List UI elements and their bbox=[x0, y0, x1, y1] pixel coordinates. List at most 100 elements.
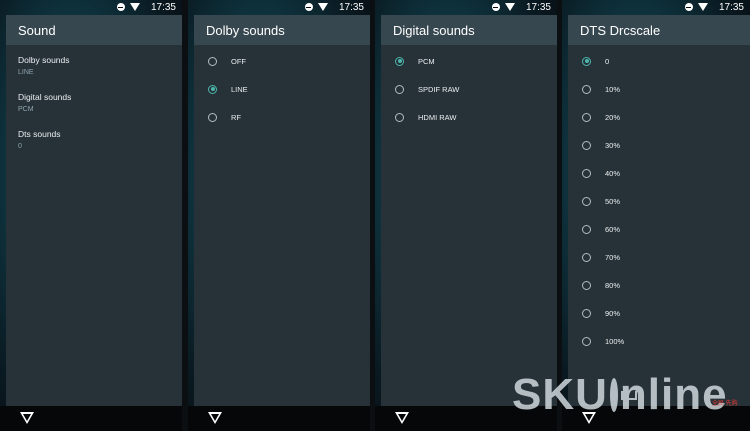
navigation-bar bbox=[0, 406, 182, 431]
radio-button[interactable] bbox=[582, 140, 591, 150]
radio-label: 40% bbox=[605, 168, 621, 178]
radio-option-60[interactable]: 60% bbox=[568, 215, 750, 243]
radio-option-90[interactable]: 90% bbox=[568, 299, 750, 327]
status-bar: 17:35 bbox=[188, 0, 370, 14]
radio-label: 50% bbox=[605, 196, 621, 206]
pref-title: Dts sounds bbox=[18, 129, 61, 139]
radio-option-40[interactable]: 40% bbox=[568, 159, 750, 187]
radio-button[interactable] bbox=[582, 168, 591, 178]
pref-summary: PCM bbox=[18, 106, 34, 113]
radio-option-off[interactable]: OFF bbox=[194, 47, 370, 75]
radio-button[interactable] bbox=[582, 336, 591, 346]
back-triangle-icon[interactable] bbox=[395, 412, 409, 424]
radio-list: PCM SPDIF RAW HDMI RAW bbox=[381, 45, 557, 131]
radio-option-80[interactable]: 80% bbox=[568, 271, 750, 299]
radio-label: 60% bbox=[605, 224, 621, 234]
radio-label: 0 bbox=[605, 56, 610, 66]
radio-option-30[interactable]: 30% bbox=[568, 131, 750, 159]
radio-label: LINE bbox=[231, 84, 248, 94]
back-triangle-icon[interactable] bbox=[20, 412, 34, 424]
radio-label: 90% bbox=[605, 308, 621, 318]
page-title: Sound bbox=[6, 15, 182, 45]
watermark-subtext: 全民 先购 bbox=[712, 401, 738, 407]
pref-summary: 0 bbox=[18, 143, 22, 150]
radio-option-pcm[interactable]: PCM bbox=[381, 47, 557, 75]
radio-option-0[interactable]: 0 bbox=[568, 47, 750, 75]
radio-label: 70% bbox=[605, 252, 621, 262]
radio-option-spdif-raw[interactable]: SPDIF RAW bbox=[381, 75, 557, 103]
status-time: 17:35 bbox=[718, 1, 744, 13]
do-not-disturb-icon bbox=[116, 3, 125, 11]
radio-label: PCM bbox=[418, 56, 435, 66]
radio-label: 100% bbox=[605, 336, 625, 346]
pref-summary: LINE bbox=[18, 69, 34, 76]
radio-button[interactable] bbox=[208, 56, 217, 66]
radio-list: OFF LINE RF bbox=[194, 45, 370, 131]
radio-option-20[interactable]: 20% bbox=[568, 103, 750, 131]
pref-dolby-sounds[interactable]: Dolby sounds LINE bbox=[6, 55, 182, 78]
radio-label: 20% bbox=[605, 112, 621, 122]
radio-button[interactable] bbox=[582, 280, 591, 290]
page-title: DTS Drcscale bbox=[568, 15, 750, 45]
radio-button[interactable] bbox=[208, 112, 217, 122]
radio-button-checked[interactable] bbox=[582, 56, 591, 66]
radio-button[interactable] bbox=[582, 252, 591, 262]
wifi-icon bbox=[504, 3, 515, 11]
back-triangle-icon[interactable] bbox=[208, 412, 222, 424]
radio-label: 80% bbox=[605, 280, 621, 290]
do-not-disturb-icon bbox=[684, 3, 693, 11]
do-not-disturb-icon bbox=[304, 3, 313, 11]
status-bar: 17:35 bbox=[0, 0, 182, 14]
dolby-sounds-screen: 17:35 Dolby sounds OFF LINE RF bbox=[188, 0, 370, 431]
sound-card: Sound Dolby sounds LINE Digital sounds P… bbox=[6, 15, 182, 406]
radio-button[interactable] bbox=[395, 84, 404, 94]
pref-title: Dolby sounds bbox=[18, 55, 70, 65]
pref-title: Digital sounds bbox=[18, 92, 72, 102]
radio-list: 0 10% 20% 30% 40% 50% 60% 70% 80% 90% 10… bbox=[568, 45, 750, 355]
radio-label: RF bbox=[231, 112, 241, 122]
radio-label: SPDIF RAW bbox=[418, 84, 460, 94]
radio-label: 30% bbox=[605, 140, 621, 150]
radio-button[interactable] bbox=[582, 196, 591, 206]
wifi-icon bbox=[697, 3, 708, 11]
status-bar: 17:35 bbox=[375, 0, 557, 14]
do-not-disturb-icon bbox=[491, 3, 500, 11]
dts-drcscale-card: DTS Drcscale 0 10% 20% 30% 40% 50% 60% 7… bbox=[568, 15, 750, 406]
radio-button[interactable] bbox=[395, 112, 404, 122]
radio-button-checked[interactable] bbox=[208, 84, 217, 94]
radio-option-50[interactable]: 50% bbox=[568, 187, 750, 215]
page-title: Dolby sounds bbox=[194, 15, 370, 45]
watermark-text-left: SKU bbox=[512, 370, 608, 419]
skuonline-watermark: SKU nline bbox=[512, 370, 727, 420]
shopping-cart-icon bbox=[609, 378, 637, 412]
status-time: 17:35 bbox=[525, 1, 551, 13]
digital-sounds-card: Digital sounds PCM SPDIF RAW HDMI RAW bbox=[381, 15, 557, 406]
radio-button[interactable] bbox=[582, 112, 591, 122]
dts-drcscale-screen: 17:35 DTS Drcscale 0 10% 20% 30% 40% 50%… bbox=[562, 0, 750, 431]
radio-button[interactable] bbox=[582, 224, 591, 234]
dolby-sounds-card: Dolby sounds OFF LINE RF bbox=[194, 15, 370, 406]
radio-option-rf[interactable]: RF bbox=[194, 103, 370, 131]
sound-screen: 17:35 Sound Dolby sounds LINE Digital so… bbox=[0, 0, 182, 431]
wifi-icon bbox=[317, 3, 328, 11]
radio-label: 10% bbox=[605, 84, 621, 94]
radio-option-10[interactable]: 10% bbox=[568, 75, 750, 103]
navigation-bar bbox=[188, 406, 370, 431]
radio-button[interactable] bbox=[582, 84, 591, 94]
radio-label: OFF bbox=[231, 56, 246, 66]
status-bar: 17:35 bbox=[562, 0, 750, 14]
radio-button[interactable] bbox=[582, 308, 591, 318]
radio-option-hdmi-raw[interactable]: HDMI RAW bbox=[381, 103, 557, 131]
radio-option-70[interactable]: 70% bbox=[568, 243, 750, 271]
wifi-icon bbox=[129, 3, 140, 11]
pref-dts-sounds[interactable]: Dts sounds 0 bbox=[6, 129, 182, 152]
radio-button-checked[interactable] bbox=[395, 56, 404, 66]
pref-digital-sounds[interactable]: Digital sounds PCM bbox=[6, 92, 182, 115]
page-title: Digital sounds bbox=[381, 15, 557, 45]
radio-option-100[interactable]: 100% bbox=[568, 327, 750, 355]
radio-label: HDMI RAW bbox=[418, 112, 457, 122]
status-time: 17:35 bbox=[338, 1, 364, 13]
radio-option-line[interactable]: LINE bbox=[194, 75, 370, 103]
status-time: 17:35 bbox=[150, 1, 176, 13]
digital-sounds-screen: 17:35 Digital sounds PCM SPDIF RAW HDMI … bbox=[375, 0, 557, 431]
